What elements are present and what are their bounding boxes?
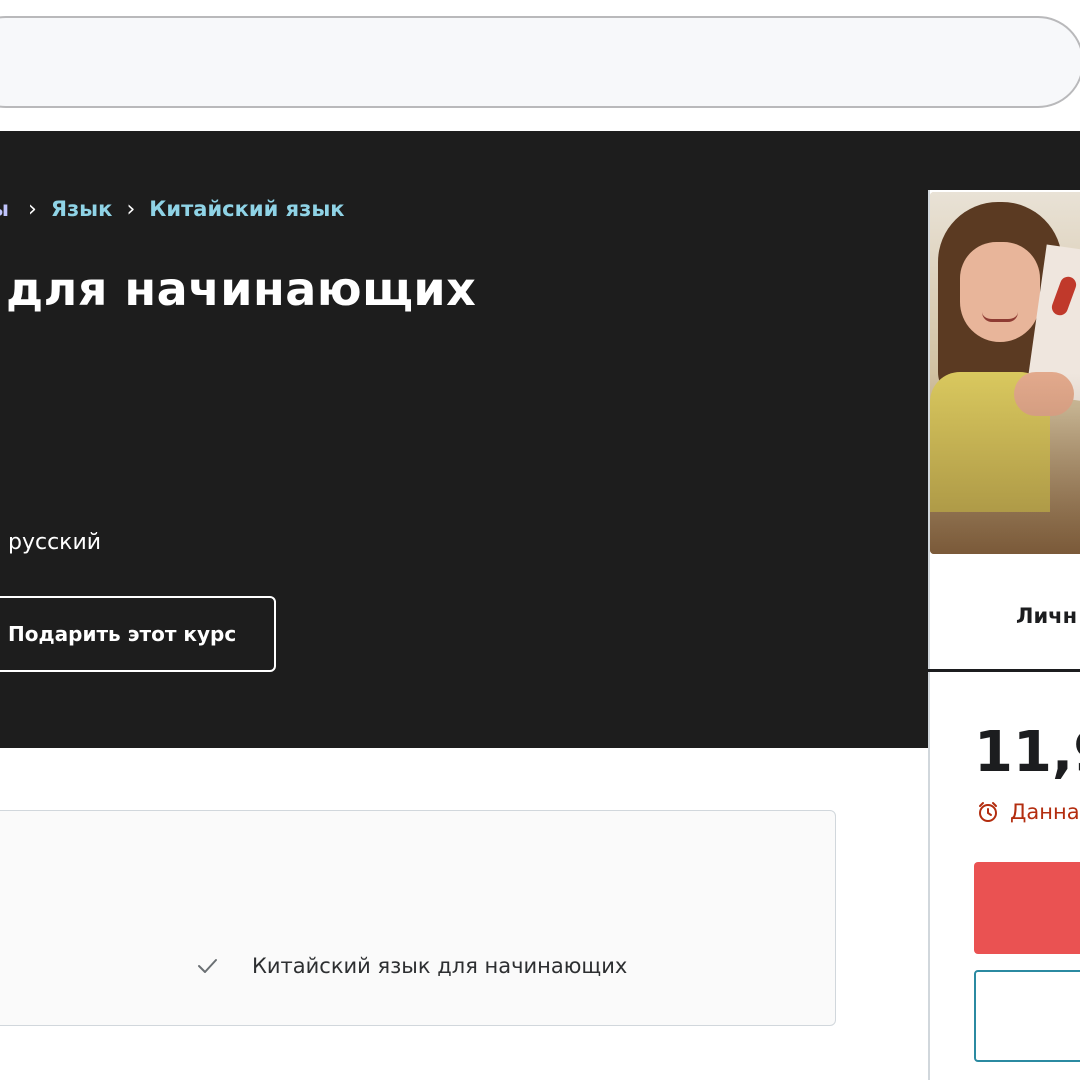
add-to-cart-button[interactable] xyxy=(974,862,1080,954)
breadcrumb: ы › Язык › Китайский язык xyxy=(0,191,345,227)
chevron-right-icon: › xyxy=(28,196,37,222)
chevron-right-icon: › xyxy=(126,196,136,222)
check-icon xyxy=(196,955,218,977)
gift-course-label: Подарить этот курс xyxy=(8,622,237,646)
breadcrumb-item-partial[interactable]: ы xyxy=(0,197,9,221)
breadcrumb-item-language[interactable]: Язык xyxy=(51,197,113,221)
course-title: для начинающих xyxy=(6,262,477,316)
learn-item-label: Китайский язык для начинающих xyxy=(252,954,628,978)
course-preview-video[interactable] xyxy=(930,192,1080,554)
discount-timer-text: Данна xyxy=(1010,800,1080,824)
discount-timer: Данна xyxy=(976,800,1080,824)
tab-active-indicator xyxy=(928,669,1080,672)
course-price: 11,9 xyxy=(974,720,1080,785)
buy-now-button[interactable] xyxy=(974,970,1080,1062)
course-language: русский xyxy=(8,530,102,555)
alarm-clock-icon xyxy=(976,800,1000,824)
breadcrumb-item-chinese[interactable]: Китайский язык xyxy=(149,197,344,221)
search-input[interactable] xyxy=(0,16,1080,108)
learn-list-item: Китайский язык для начинающих xyxy=(196,954,627,978)
tab-personal[interactable]: Личн xyxy=(1016,604,1077,628)
what-you-will-learn-box xyxy=(0,810,836,1026)
gift-course-button[interactable]: Подарить этот курс xyxy=(0,596,276,672)
